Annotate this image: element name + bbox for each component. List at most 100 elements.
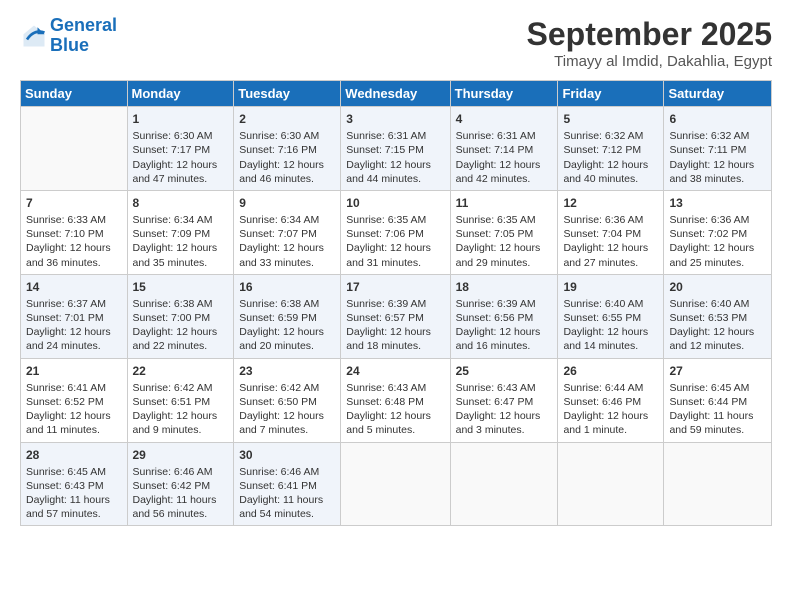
- day-info-line: Daylight: 12 hours: [26, 241, 122, 255]
- day-info-line: Sunset: 6:59 PM: [239, 311, 335, 325]
- calendar-cell: 25Sunrise: 6:43 AMSunset: 6:47 PMDayligh…: [450, 358, 558, 442]
- day-info-line: Daylight: 12 hours: [133, 158, 229, 172]
- day-info-line: Sunrise: 6:39 AM: [346, 297, 444, 311]
- day-info-line: and 47 minutes.: [133, 172, 229, 186]
- day-info-line: Sunset: 6:57 PM: [346, 311, 444, 325]
- day-info-line: Daylight: 11 hours: [26, 493, 122, 507]
- day-info-line: and 18 minutes.: [346, 339, 444, 353]
- day-info-line: and 12 minutes.: [669, 339, 766, 353]
- calendar-cell: 27Sunrise: 6:45 AMSunset: 6:44 PMDayligh…: [664, 358, 772, 442]
- day-info-line: Sunset: 7:00 PM: [133, 311, 229, 325]
- day-info-line: Sunset: 6:51 PM: [133, 395, 229, 409]
- header-saturday: Saturday: [664, 81, 772, 107]
- day-info-line: and 5 minutes.: [346, 423, 444, 437]
- day-number: 11: [456, 195, 553, 211]
- calendar-cell: 23Sunrise: 6:42 AMSunset: 6:50 PMDayligh…: [234, 358, 341, 442]
- title-block: September 2025 Timayy al Imdid, Dakahlia…: [527, 16, 772, 70]
- day-info-line: and 36 minutes.: [26, 256, 122, 270]
- logo-line2: Blue: [50, 35, 89, 55]
- day-info-line: Sunset: 6:55 PM: [563, 311, 658, 325]
- calendar-cell: 22Sunrise: 6:42 AMSunset: 6:51 PMDayligh…: [127, 358, 234, 442]
- day-info-line: Sunrise: 6:30 AM: [239, 129, 335, 143]
- day-info-line: Sunrise: 6:33 AM: [26, 213, 122, 227]
- day-info-line: Sunset: 6:52 PM: [26, 395, 122, 409]
- day-info-line: Sunset: 6:42 PM: [133, 479, 229, 493]
- day-number: 6: [669, 111, 766, 127]
- day-number: 24: [346, 363, 444, 379]
- calendar-cell: 9Sunrise: 6:34 AMSunset: 7:07 PMDaylight…: [234, 190, 341, 274]
- day-info-line: Daylight: 12 hours: [456, 325, 553, 339]
- day-number: 16: [239, 279, 335, 295]
- day-info-line: Sunrise: 6:32 AM: [669, 129, 766, 143]
- header-friday: Friday: [558, 81, 664, 107]
- calendar-cell: 14Sunrise: 6:37 AMSunset: 7:01 PMDayligh…: [21, 274, 128, 358]
- day-info-line: Daylight: 12 hours: [133, 241, 229, 255]
- day-info-line: Daylight: 12 hours: [133, 409, 229, 423]
- calendar-header-row: SundayMondayTuesdayWednesdayThursdayFrid…: [21, 81, 772, 107]
- day-info-line: Sunset: 7:07 PM: [239, 227, 335, 241]
- location-title: Timayy al Imdid, Dakahlia, Egypt: [527, 53, 772, 70]
- day-info-line: Sunrise: 6:36 AM: [563, 213, 658, 227]
- calendar-week-row: 1Sunrise: 6:30 AMSunset: 7:17 PMDaylight…: [21, 107, 772, 191]
- day-info-line: Sunset: 6:44 PM: [669, 395, 766, 409]
- day-info-line: Sunset: 7:01 PM: [26, 311, 122, 325]
- day-info-line: Sunrise: 6:44 AM: [563, 381, 658, 395]
- day-info-line: Daylight: 12 hours: [563, 409, 658, 423]
- day-info-line: Sunset: 7:16 PM: [239, 143, 335, 157]
- day-info-line: Sunrise: 6:42 AM: [133, 381, 229, 395]
- day-number: 9: [239, 195, 335, 211]
- day-info-line: and 57 minutes.: [26, 507, 122, 521]
- day-info-line: Sunrise: 6:31 AM: [346, 129, 444, 143]
- day-info-line: Sunrise: 6:32 AM: [563, 129, 658, 143]
- day-number: 29: [133, 447, 229, 463]
- day-info-line: and 20 minutes.: [239, 339, 335, 353]
- day-info-line: Daylight: 12 hours: [346, 158, 444, 172]
- day-info-line: and 7 minutes.: [239, 423, 335, 437]
- day-info-line: Daylight: 11 hours: [239, 493, 335, 507]
- page: General Blue September 2025 Timayy al Im…: [0, 0, 792, 612]
- day-info-line: Daylight: 12 hours: [669, 241, 766, 255]
- day-number: 23: [239, 363, 335, 379]
- logo-icon: [20, 22, 48, 50]
- day-info-line: Daylight: 12 hours: [669, 325, 766, 339]
- calendar-cell: 6Sunrise: 6:32 AMSunset: 7:11 PMDaylight…: [664, 107, 772, 191]
- calendar-cell: 3 Sunrise: 6:31 AMSunset: 7:15 PMDaylight…: [341, 107, 450, 191]
- day-info-line: Sunset: 7:05 PM: [456, 227, 553, 241]
- calendar-week-row: 14Sunrise: 6:37 AMSunset: 7:01 PMDayligh…: [21, 274, 772, 358]
- day-number: 26: [563, 363, 658, 379]
- day-info-line: Sunrise: 6:45 AM: [669, 381, 766, 395]
- day-info-line: and 25 minutes.: [669, 256, 766, 270]
- day-info-line: Daylight: 12 hours: [563, 158, 658, 172]
- header-monday: Monday: [127, 81, 234, 107]
- day-info-line: and 27 minutes.: [563, 256, 658, 270]
- day-number: 25: [456, 363, 553, 379]
- header: General Blue September 2025 Timayy al Im…: [20, 16, 772, 70]
- day-info-line: Daylight: 12 hours: [239, 325, 335, 339]
- day-info-line: Sunrise: 6:31 AM: [456, 129, 553, 143]
- day-info-line: Daylight: 12 hours: [133, 325, 229, 339]
- day-info-line: and 31 minutes.: [346, 256, 444, 270]
- day-info-line: Daylight: 12 hours: [26, 409, 122, 423]
- day-number: 21: [26, 363, 122, 379]
- day-info-line: Daylight: 12 hours: [456, 158, 553, 172]
- calendar-cell: 13Sunrise: 6:36 AMSunset: 7:02 PMDayligh…: [664, 190, 772, 274]
- calendar-cell: 29Sunrise: 6:46 AMSunset: 6:42 PMDayligh…: [127, 442, 234, 526]
- day-info-line: Sunset: 6:53 PM: [669, 311, 766, 325]
- day-info-line: Sunset: 7:15 PM: [346, 143, 444, 157]
- day-info-line: Sunrise: 6:36 AM: [669, 213, 766, 227]
- day-info-line: and 9 minutes.: [133, 423, 229, 437]
- day-info-line: Sunset: 6:46 PM: [563, 395, 658, 409]
- day-info-line: Sunrise: 6:41 AM: [26, 381, 122, 395]
- day-info-line: Sunrise: 6:42 AM: [239, 381, 335, 395]
- header-wednesday: Wednesday: [341, 81, 450, 107]
- day-info-line: and 38 minutes.: [669, 172, 766, 186]
- day-number: 18: [456, 279, 553, 295]
- day-info-line: Daylight: 12 hours: [456, 409, 553, 423]
- day-number: 3: [346, 111, 444, 127]
- day-info-line: Sunset: 7:04 PM: [563, 227, 658, 241]
- day-info-line: and 56 minutes.: [133, 507, 229, 521]
- day-info-line: Sunset: 6:41 PM: [239, 479, 335, 493]
- calendar-cell: [21, 107, 128, 191]
- day-info-line: Sunrise: 6:45 AM: [26, 465, 122, 479]
- day-info-line: Daylight: 12 hours: [563, 241, 658, 255]
